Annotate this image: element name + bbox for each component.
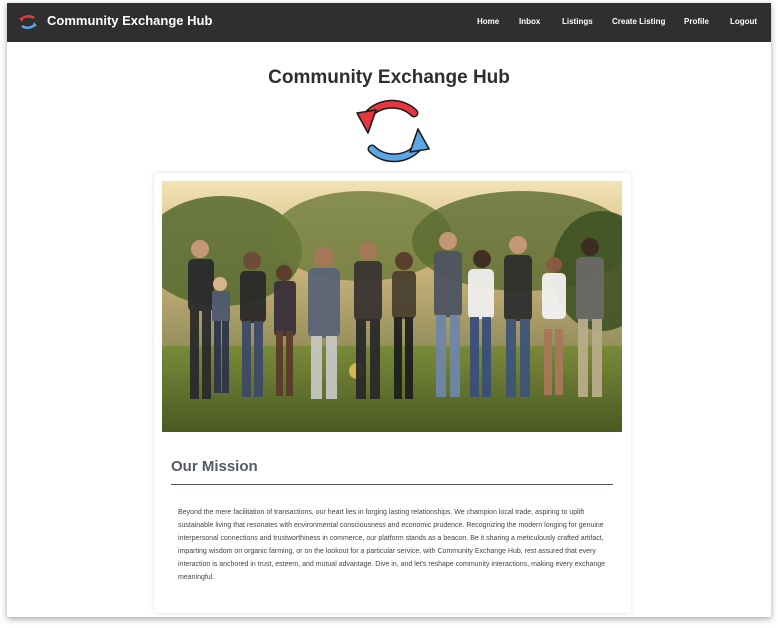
exchange-arrows-icon: [356, 99, 430, 163]
brand-title[interactable]: Community Exchange Hub: [47, 13, 212, 28]
nav-listings[interactable]: Listings: [562, 17, 593, 26]
nav-create-listing[interactable]: Create Listing: [612, 17, 665, 26]
mission-heading: Our Mission: [171, 458, 258, 475]
community-group-photo: [162, 181, 622, 432]
nav-inbox[interactable]: Inbox: [519, 17, 540, 26]
nav-profile[interactable]: Profile: [684, 17, 709, 26]
mission-body-text: Beyond the mere facilitation of transact…: [178, 509, 606, 581]
nav-logout[interactable]: Logout: [730, 17, 757, 26]
divider: [171, 484, 613, 485]
exchange-arrows-icon[interactable]: [18, 13, 38, 31]
nav-home[interactable]: Home: [477, 17, 499, 26]
browser-page: Community Exchange Hub Home Inbox Listin…: [7, 3, 771, 617]
page-title: Community Exchange Hub: [268, 67, 510, 88]
mission-card: Our Mission Beyond the mere facilitation…: [154, 173, 631, 613]
top-navbar: Community Exchange Hub Home Inbox Listin…: [7, 3, 771, 42]
